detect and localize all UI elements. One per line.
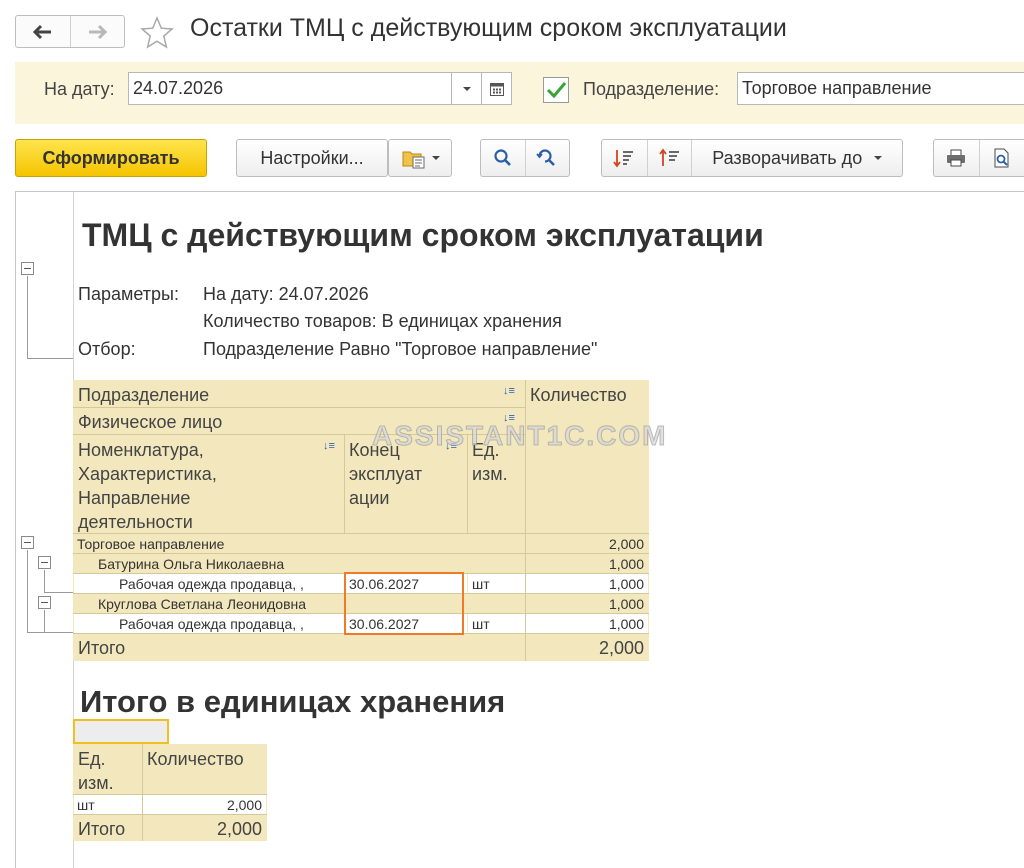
search-button[interactable] bbox=[481, 140, 525, 176]
calendar-icon bbox=[489, 82, 504, 96]
report-title: ТМЦ с действующим сроком эксплуатации bbox=[82, 217, 764, 253]
back-button[interactable] bbox=[16, 16, 70, 47]
row-person-qty: 1,000 bbox=[608, 556, 644, 572]
variants-menu[interactable] bbox=[388, 139, 452, 177]
units-header-unit-line1: Ед. bbox=[78, 749, 106, 769]
arrow-left-icon bbox=[32, 24, 51, 39]
arrow-right-icon bbox=[89, 24, 108, 39]
search-refresh-button[interactable] bbox=[524, 140, 569, 176]
chevron-down-icon bbox=[874, 155, 883, 160]
variants-button[interactable] bbox=[389, 140, 451, 176]
favorite-star-icon[interactable] bbox=[139, 15, 175, 51]
header-end-line3: ации bbox=[349, 488, 390, 508]
highlight-frame bbox=[344, 572, 464, 635]
units-section-title: Итого в единицах хранения bbox=[80, 684, 506, 719]
header-unit-line2: изм. bbox=[472, 464, 508, 484]
expand-to-button[interactable]: Разворачивать до bbox=[691, 140, 902, 176]
param-date: На дату: 24.07.2026 bbox=[203, 284, 369, 304]
checkmark-icon bbox=[546, 82, 567, 99]
total-qty: 2,000 bbox=[598, 638, 644, 658]
settings-button[interactable]: Настройки... bbox=[236, 139, 388, 177]
chevron-down-icon bbox=[431, 155, 440, 160]
units-header-unit-line2: изм. bbox=[78, 773, 114, 793]
params-label: Параметры: bbox=[78, 284, 179, 304]
expand-all-button[interactable] bbox=[646, 140, 692, 176]
sort-descending-icon bbox=[613, 150, 634, 168]
units-total-qty: 2,000 bbox=[216, 819, 262, 839]
window-title: Остатки ТМЦ с действующим сроком эксплуа… bbox=[190, 14, 787, 42]
calendar-button[interactable] bbox=[481, 72, 512, 105]
units-header-qty: Количество bbox=[147, 749, 244, 769]
print-button[interactable] bbox=[934, 140, 979, 176]
folder-settings-icon bbox=[402, 151, 424, 169]
header-nomenclature-line1: Номенклатура, bbox=[78, 440, 204, 460]
search-group bbox=[480, 139, 570, 177]
generate-button[interactable]: Сформировать bbox=[15, 139, 207, 177]
header-person: Физическое лицо bbox=[78, 412, 223, 432]
filter-value: Подразделение Равно "Торговое направлени… bbox=[203, 339, 598, 359]
sort-icon: ↓≡ bbox=[323, 440, 335, 452]
date-label: На дату: bbox=[44, 79, 115, 99]
expand-to-label: Разворачивать до bbox=[712, 147, 863, 168]
row-item-qty: 1,000 bbox=[608, 616, 644, 632]
header-nomenclature-line3: Направление bbox=[78, 488, 191, 508]
sort-ascending-icon bbox=[658, 148, 679, 166]
collapse-person-toggle[interactable] bbox=[38, 596, 51, 609]
chevron-down-icon bbox=[462, 86, 471, 91]
printer-icon bbox=[947, 149, 966, 167]
row-person-qty: 1,000 bbox=[608, 596, 644, 612]
param-quantity-mode: Количество товаров: В единицах хранения bbox=[203, 311, 562, 331]
row-item-qty: 1,000 bbox=[608, 576, 644, 592]
division-label: Подразделение: bbox=[583, 79, 720, 99]
units-row-qty: 2,000 bbox=[226, 797, 262, 813]
watermark: ASSISTANT1C.COM bbox=[372, 420, 668, 452]
search-refresh-icon bbox=[536, 149, 556, 166]
header-quantity: Количество bbox=[530, 385, 627, 405]
collapse-header-toggle[interactable] bbox=[21, 262, 34, 275]
print-preview-button[interactable] bbox=[978, 140, 1024, 176]
print-group bbox=[933, 139, 1024, 177]
print-preview-icon bbox=[994, 148, 1009, 168]
search-icon bbox=[494, 149, 511, 166]
filter-label: Отбор: bbox=[78, 339, 136, 359]
header-nomenclature-line4: деятельности bbox=[78, 512, 193, 532]
header-end-line2: эксплуат bbox=[349, 464, 423, 484]
division-field[interactable]: Торговое направление bbox=[737, 72, 1024, 105]
date-field[interactable]: 24.07.2026 bbox=[128, 72, 452, 105]
row-division-qty: 2,000 bbox=[608, 536, 644, 552]
collapse-all-button[interactable] bbox=[602, 140, 647, 176]
header-division: Подразделение bbox=[78, 385, 210, 405]
date-dropdown-button[interactable] bbox=[451, 72, 482, 105]
sort-icon: ↓≡ bbox=[503, 385, 515, 397]
forward-button[interactable] bbox=[69, 16, 125, 47]
navigation-buttons bbox=[15, 15, 125, 48]
collapse-person-toggle[interactable] bbox=[38, 556, 51, 569]
collapse-division-toggle[interactable] bbox=[21, 536, 34, 549]
header-nomenclature-line2: Характеристика, bbox=[78, 464, 217, 484]
division-checkbox[interactable] bbox=[543, 77, 569, 103]
expand-group: Разворачивать до bbox=[601, 139, 903, 177]
selected-cell[interactable] bbox=[73, 719, 169, 744]
